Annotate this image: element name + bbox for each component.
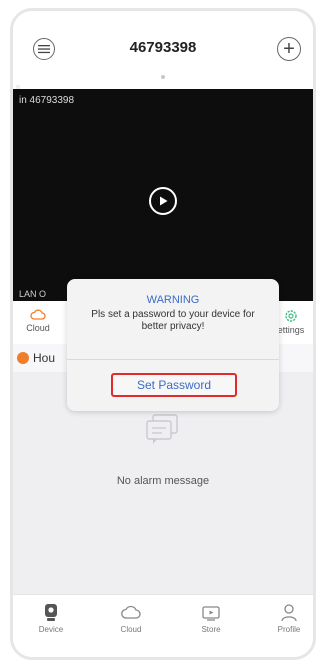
video-preview[interactable]: in 46793398 LAN O xyxy=(13,89,313,301)
play-button[interactable] xyxy=(149,187,177,215)
add-device-button[interactable]: + xyxy=(277,37,301,61)
cloud-icon xyxy=(30,309,46,320)
dialog-title: WARNING xyxy=(146,294,200,306)
phone-frame: 46793398 + in 46793398 LAN O Cloud ettin… xyxy=(10,8,316,660)
connection-status: LAN O xyxy=(19,289,47,299)
no-alarm-message: No alarm message xyxy=(116,475,210,487)
page-indicator xyxy=(161,75,165,79)
tab-device[interactable]: Device xyxy=(21,603,81,649)
header: 46793398 + xyxy=(13,11,313,85)
tab-profile-label: Profile xyxy=(277,625,301,634)
cloud-action[interactable]: Cloud xyxy=(23,309,53,333)
tab-cloud[interactable]: Cloud xyxy=(101,603,161,649)
cloud-action-label: Cloud xyxy=(26,323,50,333)
store-icon xyxy=(202,606,220,621)
settings-icon xyxy=(285,310,297,322)
play-icon xyxy=(160,196,168,206)
alarm-header-label: Hou xyxy=(33,351,56,365)
alarm-dot-icon xyxy=(17,352,29,364)
message-icon xyxy=(146,414,178,444)
cloud-icon xyxy=(121,605,141,619)
tab-device-label: Device xyxy=(38,625,64,634)
tab-cloud-label: Cloud xyxy=(120,625,142,634)
tab-store-label: Store xyxy=(201,625,221,634)
tab-store[interactable]: Store xyxy=(181,603,241,649)
warning-dialog: WARNING Pls set a password to your devic… xyxy=(67,279,279,411)
page-title: 46793398 xyxy=(129,39,197,56)
device-icon xyxy=(45,604,57,621)
set-password-button[interactable]: Set Password xyxy=(111,373,237,397)
dialog-divider xyxy=(67,359,279,360)
dialog-message: Pls set a password to your device for be… xyxy=(91,309,255,332)
video-device-id: in 46793398 xyxy=(19,95,75,106)
tab-profile[interactable]: Profile xyxy=(259,603,313,649)
plus-icon: + xyxy=(283,38,295,60)
tab-bar: Device Cloud Store Profile xyxy=(13,594,313,657)
profile-icon xyxy=(281,604,297,622)
